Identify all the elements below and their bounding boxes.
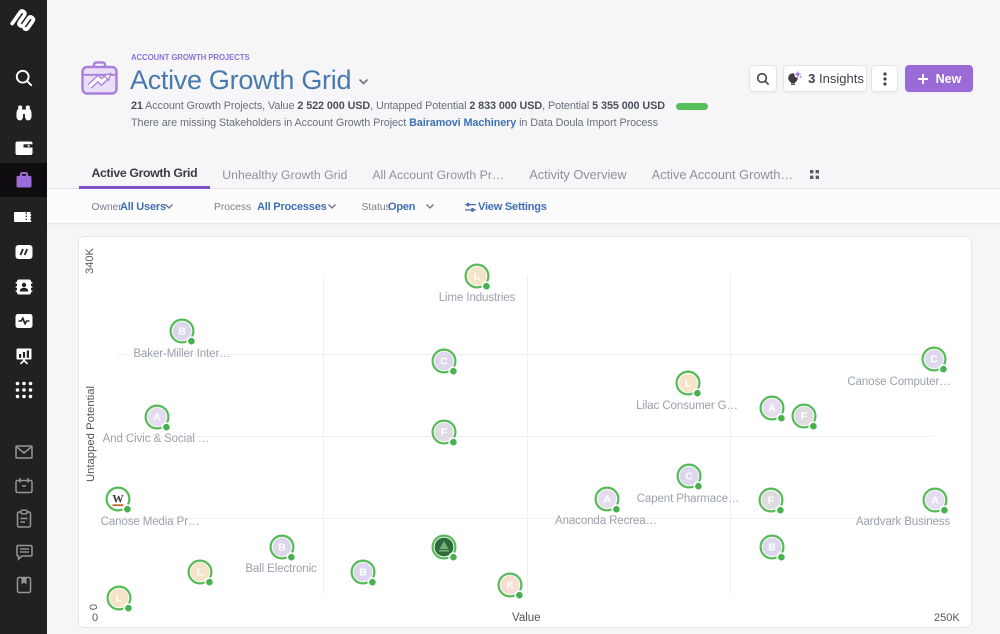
svg-text:A: A [153, 411, 161, 423]
svg-text:L: L [685, 377, 692, 389]
svg-text:C: C [440, 355, 448, 367]
svg-text:F: F [768, 494, 775, 506]
svg-text:A: A [603, 493, 611, 505]
svg-text:K: K [506, 579, 514, 591]
svg-text:A: A [768, 402, 776, 414]
svg-text:B: B [178, 325, 186, 337]
svg-text:C: C [685, 470, 693, 482]
svg-text:W: W [112, 494, 124, 506]
svg-text:L: L [197, 566, 204, 578]
svg-text:B: B [278, 541, 286, 553]
svg-text:B: B [359, 566, 367, 578]
svg-text:B: B [768, 541, 776, 553]
svg-text:L: L [115, 592, 122, 604]
svg-text:F: F [440, 426, 447, 438]
svg-text:A: A [931, 494, 939, 506]
svg-text:C: C [930, 353, 938, 365]
svg-text:L: L [474, 270, 481, 282]
svg-text:F: F [800, 410, 807, 422]
